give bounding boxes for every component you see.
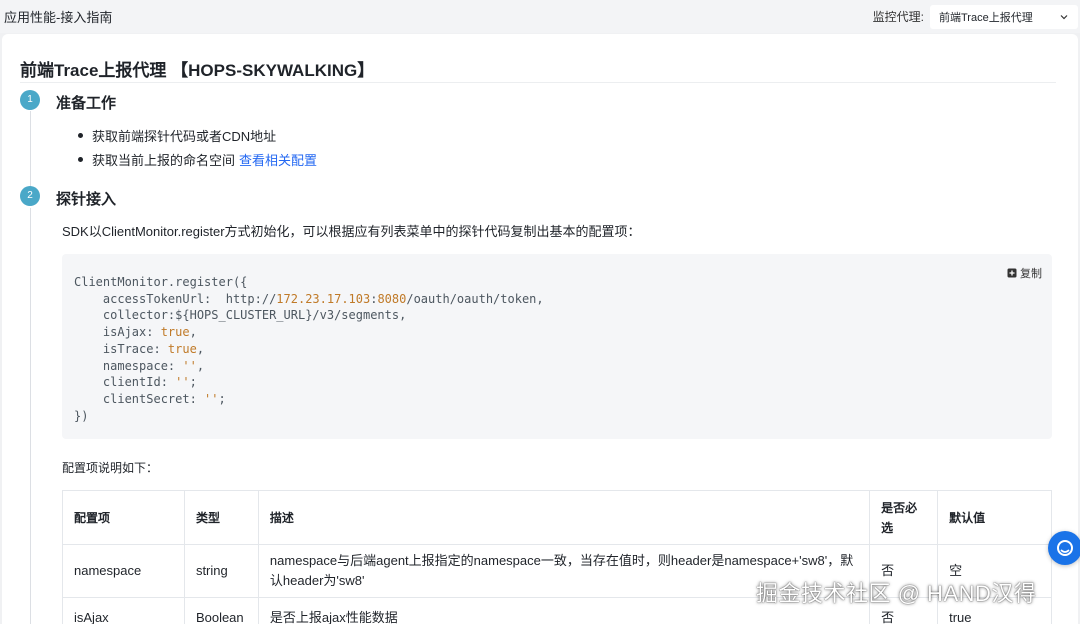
view-config-link[interactable]: 查看相关配置 [239, 150, 317, 169]
title-divider [20, 82, 1056, 83]
step-1-number: 1 [20, 90, 40, 110]
header-name: 配置项 [62, 490, 185, 545]
watermark: 掘金技术社区 @ HAND汉得 [756, 581, 1037, 606]
cell-name: namespace [62, 544, 185, 598]
copy-icon [1007, 268, 1017, 278]
proxy-label: 监控代理: [872, 10, 924, 24]
header-desc: 描述 [257, 490, 871, 545]
bullet-dot [78, 133, 83, 138]
header-type: 类型 [183, 490, 259, 545]
step-2-title: 探针接入 [56, 191, 117, 208]
config-label: 配置项说明如下： [62, 461, 159, 475]
step-2-number: 2 [20, 186, 40, 206]
header-default: 默认值 [937, 490, 1052, 545]
cell-name: isAjax [62, 597, 185, 624]
code-text: ClientMonitor.register({ accessTokenUrl:… [74, 275, 544, 423]
app-title: 应用性能-接入指南 [4, 10, 113, 25]
copy-button[interactable]: 复制 [1007, 265, 1042, 281]
proxy-select-value: 前端Trace上报代理 [939, 11, 1033, 24]
copy-label: 复制 [1020, 268, 1042, 280]
assistant-button[interactable] [1048, 531, 1080, 565]
cell-type: string [183, 544, 259, 598]
step-2-connector [30, 208, 31, 624]
step-2-description: SDK以ClientMonitor.register方式初始化，可以根据应有列表… [62, 224, 641, 239]
step-1-connector [30, 111, 31, 188]
chevron-down-icon [1060, 14, 1068, 19]
step-1-title: 准备工作 [56, 95, 117, 112]
bullet-text: 获取前端探针代码或者CDN地址 [92, 129, 277, 144]
proxy-select[interactable]: 前端Trace上报代理 [930, 4, 1078, 29]
list-item: 获取当前上报的命名空间 查看相关配置 [78, 150, 317, 169]
code-block: 复制 ClientMonitor.register({ accessTokenU… [62, 254, 1052, 439]
top-bar: 应用性能-接入指南 监控代理: 前端Trace上报代理 [0, 0, 1080, 33]
bullet-dot [78, 157, 83, 162]
proxy-selector-group: 监控代理: 前端Trace上报代理 [873, 0, 1080, 33]
cell-type: Boolean [183, 597, 259, 624]
bullet-text: 获取当前上报的命名空间 [92, 153, 236, 168]
page-title: 前端Trace上报代理 【HOPS-SKYWALKING】 [20, 61, 375, 80]
table-header-row: 配置项 类型 描述 是否必选 默认值 [62, 490, 1052, 545]
header-required: 是否必选 [869, 490, 939, 545]
content-card: 前端Trace上报代理 【HOPS-SKYWALKING】 1 准备工作 获取前… [2, 34, 1078, 624]
assistant-icon [1057, 540, 1073, 556]
list-item: 获取前端探针代码或者CDN地址 [78, 126, 276, 145]
